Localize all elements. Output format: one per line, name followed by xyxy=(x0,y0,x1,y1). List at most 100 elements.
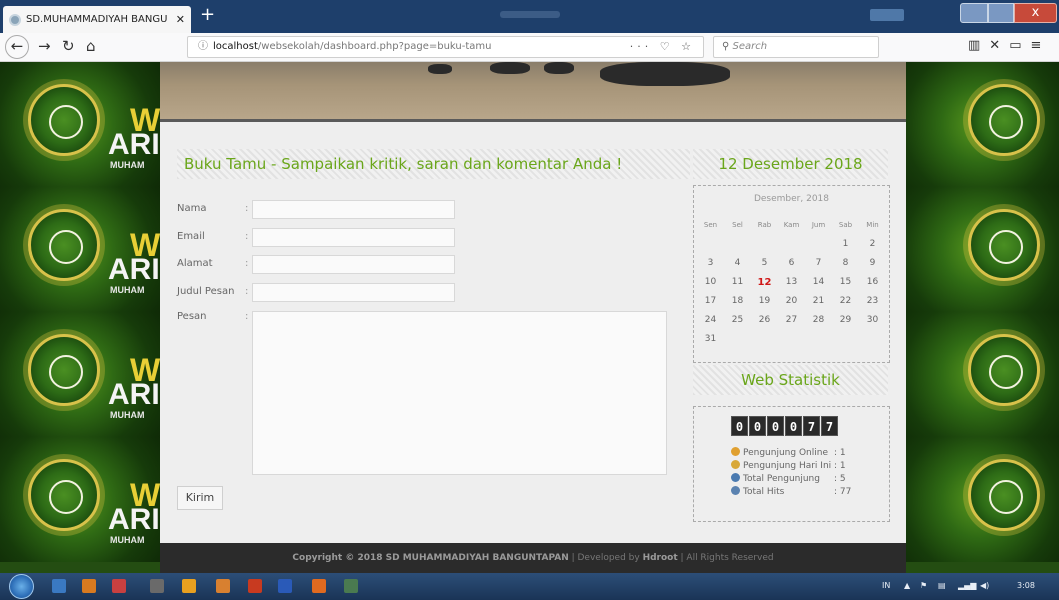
muhammadiyah-emblem-icon xyxy=(968,209,1040,281)
calendar-day[interactable]: 19 xyxy=(751,292,778,311)
forward-arrow-icon[interactable]: → xyxy=(38,37,51,55)
calendar-day[interactable]: 31 xyxy=(697,330,724,349)
calendar-day[interactable]: 15 xyxy=(832,273,859,292)
maximize-button[interactable] xyxy=(988,3,1014,23)
calendar-day[interactable]: 9 xyxy=(859,254,886,273)
logo-tile: W xyxy=(906,312,1059,437)
chrome-icon[interactable] xyxy=(182,579,196,593)
library-icon[interactable]: ▥ xyxy=(968,38,989,53)
menu-icon[interactable]: ≡ xyxy=(1031,38,1051,53)
calendar-day[interactable]: 18 xyxy=(724,292,751,311)
alamat-row: Alamat : xyxy=(177,255,477,275)
browser-tab[interactable]: SD.MUHAMMADIYAH BANGU ✕ xyxy=(3,6,191,33)
app-icon[interactable] xyxy=(344,579,358,593)
calendar-day[interactable]: 4 xyxy=(724,254,751,273)
stat-item: Total Pengunjung: 5 xyxy=(731,473,871,486)
calendar-day[interactable]: 25 xyxy=(724,311,751,330)
media-icon[interactable] xyxy=(82,579,96,593)
calendar-day xyxy=(805,330,832,349)
calendar-day[interactable]: 11 xyxy=(724,273,751,292)
calendar-day[interactable]: 7 xyxy=(805,254,832,273)
calendar-day[interactable]: 21 xyxy=(805,292,832,311)
banner-shape xyxy=(600,62,730,86)
banner-shape xyxy=(490,62,530,74)
calendar-day[interactable]: 1 xyxy=(832,235,859,254)
nama-row: Nama : xyxy=(177,200,477,220)
stat-item: Pengunjung Online: 1 xyxy=(731,447,871,460)
calendar-week-row: 17 18 19 20 21 22 23 xyxy=(697,292,887,311)
page-actions-icons[interactable]: ··· ♡ ☆ xyxy=(630,37,695,57)
acrobat-icon[interactable] xyxy=(248,579,262,593)
signal-icon[interactable]: ▂▄▆ xyxy=(958,581,976,590)
calendar-today[interactable]: 12 xyxy=(751,273,778,292)
back-arrow-icon[interactable]: ← xyxy=(5,35,29,59)
app-icon[interactable] xyxy=(112,579,126,593)
firefox-icon[interactable] xyxy=(312,579,326,593)
kirim-button[interactable]: Kirim xyxy=(177,486,223,510)
windows-taskbar: IN ▲ ⚑ ▤ ▂▄▆ ◀) 3:08 xyxy=(0,573,1059,600)
weekday-label: Min xyxy=(866,221,879,229)
calendar-week-row: 31 xyxy=(697,330,887,349)
explorer-icon[interactable] xyxy=(52,579,66,593)
start-button[interactable] xyxy=(9,574,34,599)
calendar-weekday-row: Sen Sel Rab Kam Jum Sab Min xyxy=(697,216,887,235)
calendar-day[interactable]: 22 xyxy=(832,292,859,311)
flag-icon[interactable]: ⚑ xyxy=(920,581,927,590)
stat-label: Total Hits xyxy=(743,487,785,497)
reload-icon[interactable]: ↻ xyxy=(62,37,75,55)
calendar-day[interactable]: 17 xyxy=(697,292,724,311)
info-icon[interactable]: ⓘ xyxy=(198,41,208,52)
header-banner-image xyxy=(160,62,906,122)
calendar-day[interactable]: 23 xyxy=(859,292,886,311)
volume-icon[interactable]: ◀) xyxy=(980,581,989,590)
calculator-icon[interactable] xyxy=(150,579,164,593)
alamat-input[interactable] xyxy=(252,255,455,274)
search-input[interactable]: ⚲ Search xyxy=(713,36,879,58)
calendar-day[interactable]: 20 xyxy=(778,292,805,311)
language-indicator[interactable]: IN xyxy=(882,581,890,590)
network-icon[interactable]: ▤ xyxy=(938,581,946,590)
calendar-day[interactable]: 28 xyxy=(805,311,832,330)
calendar-day[interactable]: 30 xyxy=(859,311,886,330)
pesan-textarea[interactable] xyxy=(252,311,667,475)
calendar-day[interactable]: 29 xyxy=(832,311,859,330)
new-tab-button[interactable]: + xyxy=(200,4,215,25)
calendar-day[interactable]: 6 xyxy=(778,254,805,273)
calendar-day[interactable]: 14 xyxy=(805,273,832,292)
muhammadiyah-emblem-icon xyxy=(28,459,100,531)
reader-icon[interactable]: ▭ xyxy=(1009,38,1030,53)
clock[interactable]: 3:08 xyxy=(1017,581,1035,590)
calendar-month: Desember, 2018 xyxy=(753,194,830,204)
calendar-day xyxy=(832,330,859,349)
url-bar[interactable]: ⓘ localhost/websekolah/dashboard.php?page… xyxy=(187,36,704,58)
email-input[interactable] xyxy=(252,228,455,247)
calendar-day[interactable]: 13 xyxy=(778,273,805,292)
home-icon[interactable]: ⌂ xyxy=(86,37,96,55)
judul-pesan-input[interactable] xyxy=(252,283,455,302)
logo-text: MUHAM xyxy=(110,535,145,545)
field-colon: : xyxy=(245,286,249,297)
calendar-day[interactable]: 27 xyxy=(778,311,805,330)
globe-icon xyxy=(9,13,21,26)
tab-close-button[interactable]: ✕ xyxy=(176,13,185,26)
logo-text: MUHAM xyxy=(110,160,145,170)
calendar-day[interactable]: 8 xyxy=(832,254,859,273)
minimize-button[interactable] xyxy=(960,3,988,23)
tray-arrow-icon[interactable]: ▲ xyxy=(904,581,910,590)
paint-icon[interactable] xyxy=(216,579,230,593)
calendar-day[interactable]: 24 xyxy=(697,311,724,330)
calendar-day[interactable]: 26 xyxy=(751,311,778,330)
logo-text: ARI xyxy=(108,378,160,411)
calendar-day xyxy=(778,330,805,349)
calendar-day[interactable]: 5 xyxy=(751,254,778,273)
nama-input[interactable] xyxy=(252,200,455,219)
calendar-day[interactable]: 10 xyxy=(697,273,724,292)
extension-icon[interactable]: ✕ xyxy=(989,38,1009,53)
developer-link[interactable]: Hdroot xyxy=(643,553,678,563)
calendar-day[interactable]: 16 xyxy=(859,273,886,292)
toolbar-icons[interactable]: ▥✕▭≡ xyxy=(968,38,1050,53)
close-window-button[interactable]: x xyxy=(1014,3,1057,23)
calendar-day[interactable]: 2 xyxy=(859,235,886,254)
calendar-day[interactable]: 3 xyxy=(697,254,724,273)
word-icon[interactable] xyxy=(278,579,292,593)
